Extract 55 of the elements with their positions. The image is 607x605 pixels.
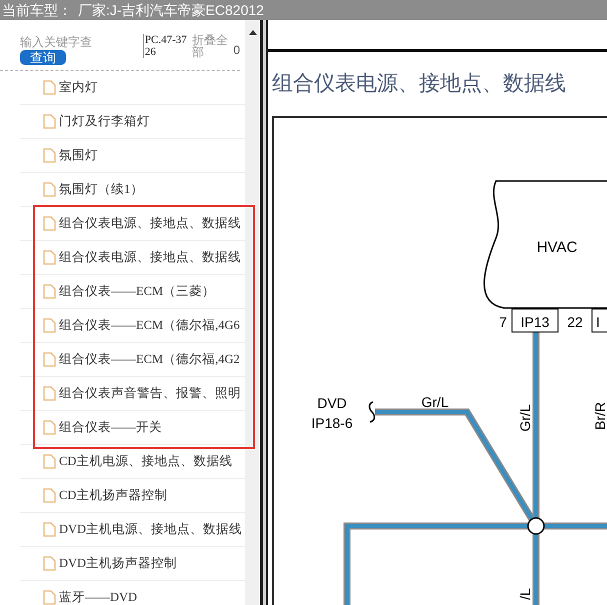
wire-label: Gr/L — [421, 394, 449, 410]
tree-item[interactable]: 组合仪表——ECM（德尔福,4G2 — [59, 350, 240, 369]
splitter-bar[interactable] — [260, 20, 268, 605]
document-icon — [43, 148, 56, 163]
document-icon — [43, 284, 56, 299]
tree-item[interactable]: 组合仪表声音警告、报警、照明 — [59, 384, 241, 403]
document-icon — [43, 80, 56, 95]
document-icon — [43, 488, 56, 503]
code-label: PC.47-3726 — [142, 34, 192, 58]
tree-item[interactable]: 组合仪表——ECM（三菱） — [59, 282, 216, 301]
document-title: 组合仪表电源、接地点、数据线 — [271, 70, 567, 98]
document-icon — [43, 352, 56, 367]
tree-item[interactable]: 组合仪表电源、接地点、数据线 — [59, 248, 241, 267]
connector-label: IP13 — [520, 314, 550, 330]
pin-label: 7 — [499, 314, 507, 330]
document-icon — [43, 216, 56, 231]
tree-item[interactable]: 门灯及行李箱灯 — [59, 112, 150, 131]
connector-bracket-icon — [368, 401, 376, 423]
tree-item[interactable]: 氛围灯 — [59, 146, 98, 165]
document-icon — [43, 522, 56, 537]
wire-label: /L — [517, 588, 533, 600]
document-icon — [43, 250, 56, 265]
pin-label: IP18-6 — [311, 415, 353, 431]
document-icon — [43, 556, 56, 571]
document-icon — [43, 454, 56, 469]
tree-item[interactable]: 室内灯 — [59, 78, 98, 97]
pin-label: 22 — [567, 314, 583, 330]
tree-item[interactable]: DVD主机扬声器控制 — [59, 554, 178, 573]
top-bar-label: 当前车型： — [2, 3, 72, 17]
count-label: 0 — [233, 44, 240, 56]
scrollbar[interactable] — [245, 20, 260, 605]
module-label: HVAC — [536, 239, 578, 256]
vehicle-model: 厂家:J-吉利汽车帝豪EC82012 — [78, 3, 264, 17]
tree-item[interactable]: CD主机扬声器控制 — [59, 486, 168, 505]
scroll-up-icon[interactable] — [248, 30, 256, 35]
document-icon — [43, 182, 56, 197]
tree-item[interactable]: DVD主机电源、接地点、数据线 — [59, 520, 242, 539]
document-icon — [43, 420, 56, 435]
document-icon — [43, 114, 56, 129]
search-button[interactable]: 查询 — [20, 50, 66, 65]
connector-name: DVD — [317, 395, 347, 411]
search-field[interactable]: 输入关键字查 — [20, 34, 132, 50]
tree-item[interactable]: 组合仪表——开关 — [59, 418, 162, 437]
tree-item[interactable]: CD主机电源、接地点、数据线 — [59, 452, 232, 471]
document-icon — [43, 318, 56, 333]
tree-item[interactable]: 组合仪表电源、接地点、数据线 — [59, 214, 241, 233]
connector-label: I — [596, 314, 600, 330]
tree-item[interactable]: 氛围灯（续1） — [59, 180, 144, 199]
connector-box — [512, 308, 558, 332]
tree-item[interactable]: 蓝牙——DVD — [59, 588, 138, 605]
wire-label: Br/R — [592, 402, 607, 430]
wire-label: Gr/L — [517, 404, 533, 432]
tree-item[interactable]: 组合仪表——ECM（德尔福,4G6 — [59, 316, 240, 335]
junction-node — [527, 517, 545, 535]
document-icon — [43, 386, 56, 401]
